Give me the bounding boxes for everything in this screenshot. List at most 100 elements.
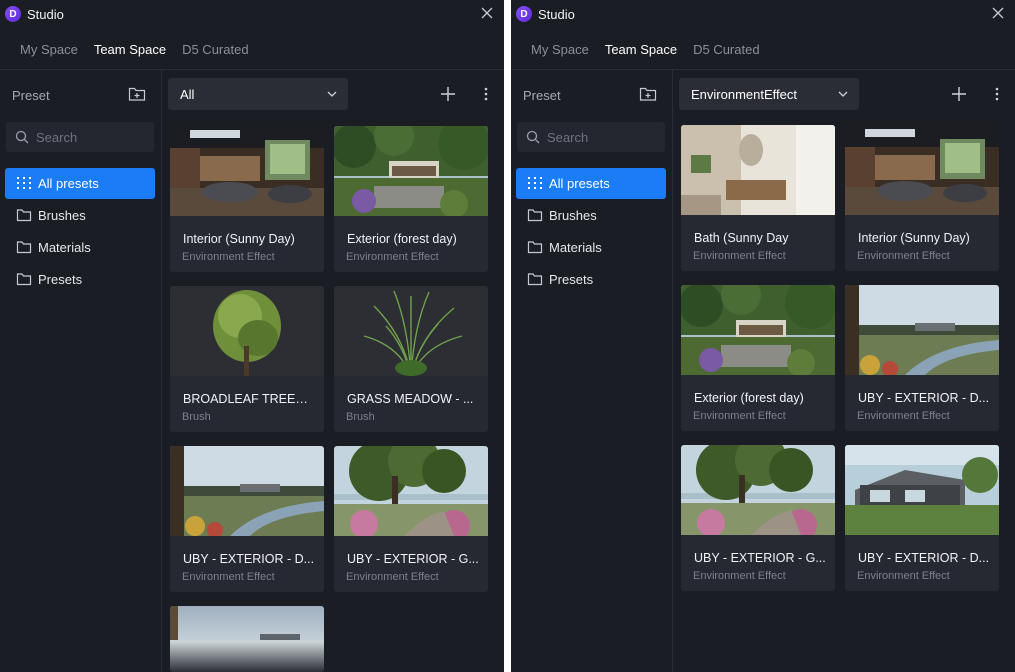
sidebar-item-label: Brushes [549,208,597,223]
sidebar-item-brushes[interactable]: Brushes [516,200,666,231]
folder-icon [16,241,32,254]
preset-type: Environment Effect [693,410,786,422]
folder-icon [527,209,543,222]
sidebar-item-label: Presets [549,272,594,287]
preset-thumbnail [681,445,835,535]
preset-card[interactable] [170,606,324,672]
search-input[interactable] [36,122,148,152]
tab-d5-curated[interactable]: D5 Curated [182,42,248,60]
studio-panel-left: D Studio My Space Team Space D5 Curated … [0,0,504,672]
sidebar-item-label: All presets [549,176,610,191]
tab-my-space[interactable]: My Space [531,42,589,60]
folder-icon [527,241,543,254]
preset-title: Interior (Sunny Day) [858,231,970,245]
sidebar-item-all-presets[interactable]: All presets [5,168,155,199]
preset-card[interactable]: Exterior (forest day) Environment Effect [681,285,835,431]
preset-card[interactable]: Bath (Sunny Day Environment Effect [681,125,835,271]
sidebar: Preset All presets Brushes Materials Pre… [511,70,673,672]
folder-icon [527,273,543,286]
preset-thumbnail [845,445,999,535]
preset-card[interactable]: GRASS MEADOW - ... Brush [334,286,488,432]
preset-type: Environment Effect [182,571,275,583]
preset-title: Bath (Sunny Day [694,231,789,245]
filter-dropdown-value: EnvironmentEffect [691,87,797,102]
more-vertical-icon[interactable] [993,86,1001,102]
filter-dropdown[interactable]: All [168,78,348,110]
preset-type: Environment Effect [182,251,275,263]
more-vertical-icon[interactable] [482,86,490,102]
preset-thumbnail [681,125,835,215]
preset-thumbnail [334,286,488,376]
preset-card[interactable]: Interior (Sunny Day) Environment Effect [845,125,999,271]
preset-type: Environment Effect [857,410,950,422]
tab-d5-curated[interactable]: D5 Curated [693,42,759,60]
add-icon[interactable] [951,86,967,102]
sidebar-item-brushes[interactable]: Brushes [5,200,155,231]
preset-card[interactable]: UBY - EXTERIOR - D... Environment Effect [845,285,999,431]
preset-card[interactable]: UBY - EXTERIOR - D... Environment Effect [170,446,324,592]
preset-card[interactable]: Interior (Sunny Day) Environment Effect [170,126,324,272]
app-title: Studio [538,7,575,22]
app-title: Studio [27,7,64,22]
preset-thumbnail [170,126,324,216]
preset-type: Environment Effect [346,571,439,583]
search-box [6,122,154,152]
close-icon[interactable] [480,6,494,20]
preset-title: Interior (Sunny Day) [183,232,295,246]
space-tabs: My Space Team Space D5 Curated [20,42,249,60]
sidebar-item-materials[interactable]: Materials [516,232,666,263]
sidebar-item-all-presets[interactable]: All presets [516,168,666,199]
preset-type: Environment Effect [693,250,786,262]
search-icon [15,130,29,144]
new-folder-icon[interactable] [128,86,146,102]
preset-card[interactable]: UBY - EXTERIOR - G... Environment Effect [334,446,488,592]
preset-thumbnail [845,125,999,215]
preset-card[interactable]: Exterior (forest day) Environment Effect [334,126,488,272]
preset-type: Environment Effect [346,251,439,263]
sidebar-header: Preset [12,88,50,103]
tab-my-space[interactable]: My Space [20,42,78,60]
sidebar-item-presets[interactable]: Presets [516,264,666,295]
add-icon[interactable] [440,86,456,102]
sidebar-item-presets[interactable]: Presets [5,264,155,295]
preset-thumbnail [170,606,324,672]
search-input[interactable] [547,122,659,152]
sidebar-header: Preset [523,88,561,103]
preset-thumbnail [334,126,488,216]
new-folder-icon[interactable] [639,86,657,102]
sidebar-item-label: Materials [549,240,602,255]
tab-team-space[interactable]: Team Space [94,42,166,60]
sidebar-item-label: All presets [38,176,99,191]
preset-thumbnail [334,446,488,536]
preset-thumbnail [845,285,999,375]
title-bar: D Studio [0,0,504,30]
preset-thumbnail [170,446,324,536]
sidebar: Preset All presets Brushes Materials Pre… [0,70,162,672]
search-box [517,122,665,152]
studio-panel-right: D Studio My Space Team Space D5 Curated … [511,0,1015,672]
grid-icon [528,177,542,189]
preset-card[interactable]: BROADLEAF TREES ... Brush [170,286,324,432]
filter-dropdown[interactable]: EnvironmentEffect [679,78,859,110]
preset-type: Environment Effect [857,570,950,582]
preset-title: Exterior (forest day) [347,232,457,246]
preset-type: Brush [346,411,375,423]
preset-type: Environment Effect [857,250,950,262]
space-tabs: My Space Team Space D5 Curated [531,42,760,60]
sidebar-item-materials[interactable]: Materials [5,232,155,263]
filter-dropdown-value: All [180,87,195,102]
sidebar-item-label: Brushes [38,208,86,223]
preset-card[interactable]: UBY - EXTERIOR - D... Environment Effect [845,445,999,591]
sidebar-nav: All presets Brushes Materials Presets [5,168,155,296]
preset-title: UBY - EXTERIOR - D... [183,552,315,566]
preset-title: UBY - EXTERIOR - G... [347,552,479,566]
folder-icon [16,209,32,222]
close-icon[interactable] [991,6,1005,20]
preset-card[interactable]: UBY - EXTERIOR - G... Environment Effect [681,445,835,591]
sidebar-item-label: Materials [38,240,91,255]
chevron-down-icon [838,91,848,97]
preset-title: UBY - EXTERIOR - G... [694,551,826,565]
preset-thumbnail [681,285,835,375]
preset-type: Environment Effect [693,570,786,582]
tab-team-space[interactable]: Team Space [605,42,677,60]
